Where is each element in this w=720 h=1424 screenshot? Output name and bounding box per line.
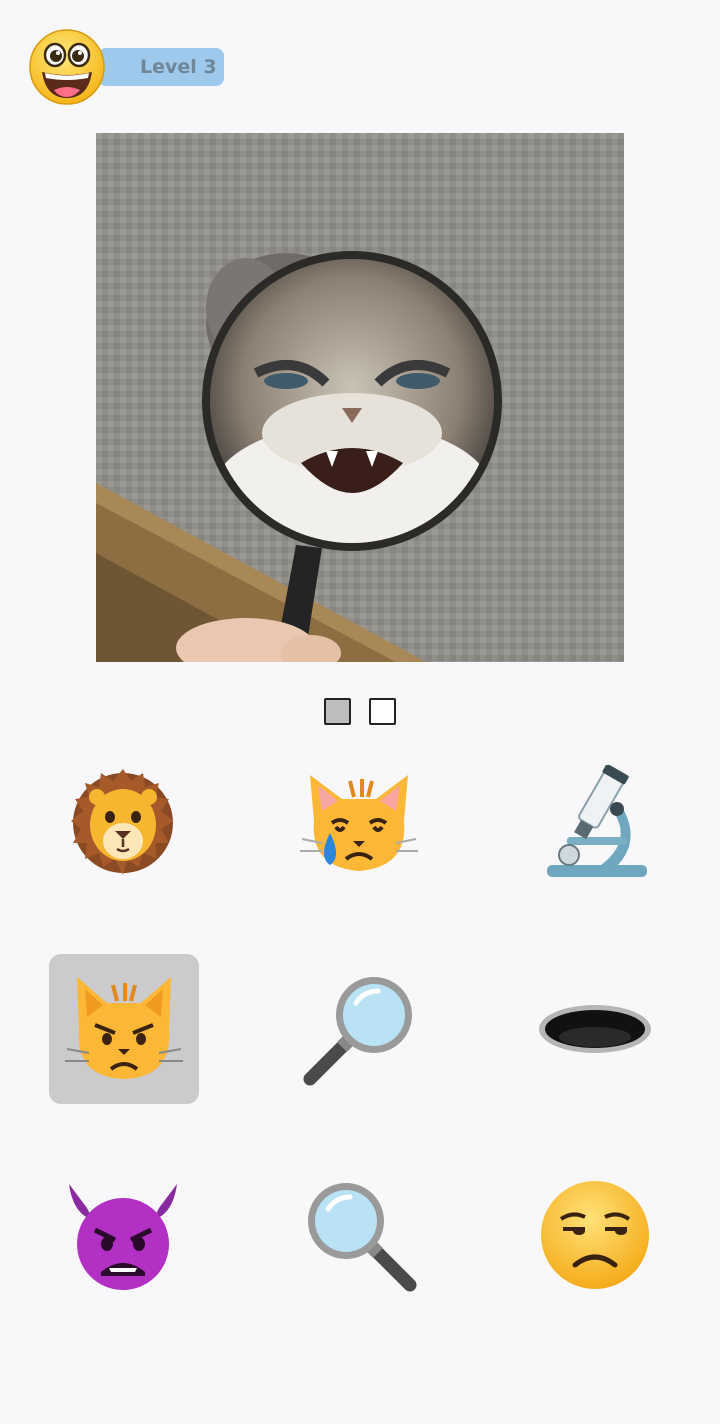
choice-microscope[interactable] — [520, 748, 670, 898]
choice-crying-cat[interactable] — [284, 748, 434, 898]
microscope-icon — [547, 765, 647, 877]
magnifying-glass-right-icon — [308, 1183, 417, 1292]
magnifying-glass-left-icon — [303, 977, 412, 1086]
pouting-cat-icon — [65, 977, 183, 1079]
choice-hole[interactable] — [520, 954, 670, 1104]
answer-slot-empty[interactable] — [369, 698, 396, 725]
choice-angry-devil[interactable] — [48, 1160, 198, 1310]
choice-lion[interactable] — [48, 748, 198, 898]
unamused-face-icon — [541, 1181, 649, 1289]
level-badge: Level 3 — [98, 48, 224, 86]
angry-devil-icon — [69, 1184, 177, 1290]
level-header: Level 3 — [28, 28, 228, 108]
answer-slots — [324, 698, 396, 725]
crying-cat-icon — [300, 775, 418, 871]
grinning-face-icon — [28, 28, 106, 106]
hole-icon — [539, 1005, 651, 1053]
choice-pouting-cat[interactable] — [49, 954, 199, 1104]
choice-magnifying-glass-left[interactable] — [285, 954, 435, 1104]
answer-slot-filled[interactable] — [324, 698, 351, 725]
level-label: Level 3 — [140, 56, 217, 78]
lion-face-icon — [71, 769, 173, 875]
puzzle-photo — [96, 133, 624, 662]
choice-magnifying-glass-right[interactable] — [285, 1160, 435, 1310]
choice-unamused-face[interactable] — [520, 1160, 670, 1310]
